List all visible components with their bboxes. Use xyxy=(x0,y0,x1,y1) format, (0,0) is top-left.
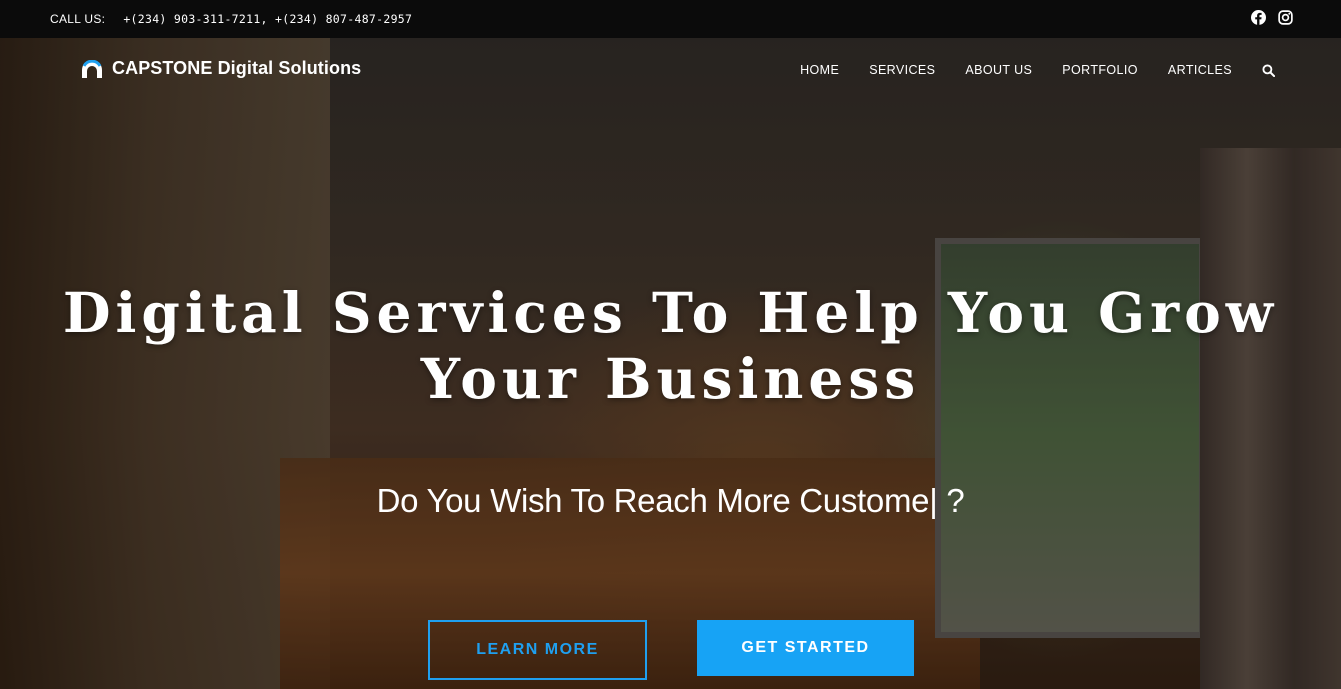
nav-item-portfolio[interactable]: PORTFOLIO xyxy=(1062,63,1138,77)
arch-logo-icon xyxy=(80,59,104,78)
call-us-label: CALL US: xyxy=(50,12,106,26)
instagram-icon[interactable] xyxy=(1278,10,1293,25)
social-links xyxy=(1251,10,1293,25)
facebook-icon[interactable] xyxy=(1251,10,1266,25)
phone-numbers[interactable]: +(234) 903-311-7211, +(234) 807-487-2957 xyxy=(123,12,412,26)
nav-item-articles[interactable]: ARTICLES xyxy=(1168,63,1232,77)
top-bar: CALL US: +(234) 903-311-7211, +(234) 807… xyxy=(0,0,1341,38)
hero-headline-line-2: Your Business xyxy=(420,346,921,411)
hero-headline: Digital Services To Help You Grow Your B… xyxy=(0,280,1341,412)
hero-subheadline: Do You Wish To Reach More Custome| ? xyxy=(376,482,965,519)
get-started-button[interactable]: GET STARTED xyxy=(697,620,914,676)
main-nav: HOME SERVICES ABOUT US PORTFOLIO ARTICLE… xyxy=(800,63,1276,77)
site-logo[interactable]: CAPSTONE Digital Solutions xyxy=(80,58,361,79)
hero-headline-line-1: Digital Services To Help You Grow xyxy=(62,280,1279,345)
nav-item-home[interactable]: HOME xyxy=(800,63,839,77)
nav-item-about-us[interactable]: ABOUT US xyxy=(965,63,1032,77)
learn-more-button[interactable]: LEARN MORE xyxy=(428,620,647,680)
brand-name: CAPSTONE Digital Solutions xyxy=(112,58,362,78)
search-icon[interactable] xyxy=(1262,63,1276,77)
nav-item-services[interactable]: SERVICES xyxy=(869,63,935,77)
